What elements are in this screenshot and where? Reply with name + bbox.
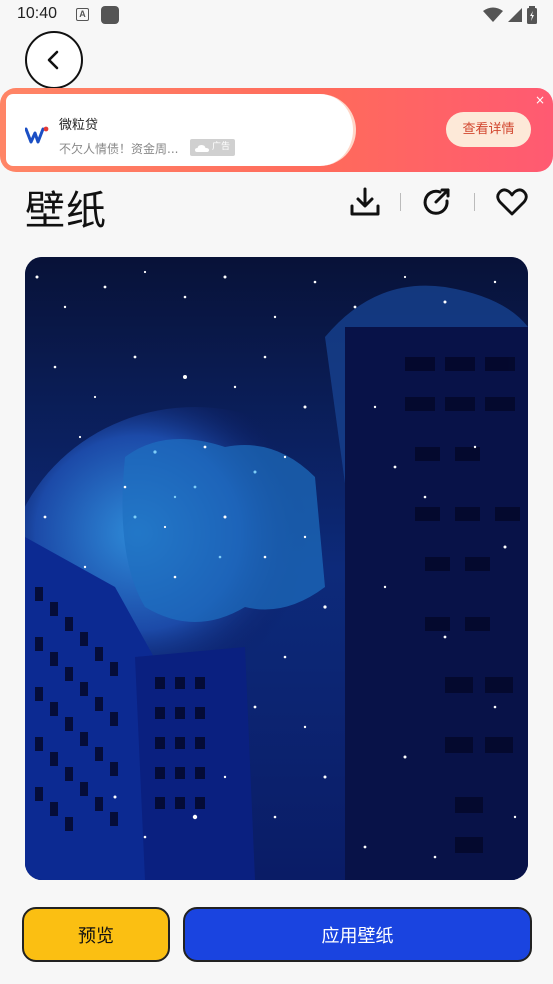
ad-banner[interactable]: 微粒贷 不欠人情债！资金周... 广告 查看详情 × [0, 88, 553, 172]
action-divider [474, 193, 475, 211]
wallpaper-image[interactable] [25, 257, 528, 880]
download-icon [350, 187, 380, 216]
ad-tag: 广告 [190, 139, 236, 156]
favorite-button[interactable] [496, 186, 528, 218]
ad-card[interactable]: 微粒贷 不欠人情债！资金周... 广告 [6, 94, 356, 166]
download-button[interactable] [349, 186, 381, 218]
ad-description: 不欠人情债！资金周... [59, 142, 179, 156]
action-divider [400, 193, 401, 211]
wallpaper-art [25, 257, 528, 880]
back-button[interactable] [25, 31, 83, 89]
apply-wallpaper-button[interactable]: 应用壁纸 [183, 907, 532, 962]
battery-icon [527, 6, 537, 24]
ad-title: 微粒贷 [59, 118, 99, 133]
status-bar: 10:40 A [0, 0, 553, 30]
ad-close-button[interactable]: × [535, 94, 545, 106]
status-time: 10:40 [17, 5, 58, 22]
cloud-icon [195, 144, 209, 152]
page-title: 壁纸 [25, 188, 107, 234]
weilidai-logo-icon [25, 126, 49, 144]
ad-view-details-button[interactable]: 查看详情 [446, 112, 531, 147]
share-button[interactable] [421, 186, 453, 218]
notification-a-icon: A [76, 8, 89, 21]
wifi-icon [483, 7, 503, 22]
chevron-left-icon [47, 50, 59, 70]
ad-tag-label: 广告 [212, 142, 231, 152]
signal-icon [508, 8, 522, 22]
notification-app-icon [101, 6, 119, 24]
heart-icon [496, 188, 528, 216]
preview-button[interactable]: 预览 [22, 907, 170, 962]
share-icon [423, 188, 450, 215]
status-indicators [483, 6, 537, 24]
